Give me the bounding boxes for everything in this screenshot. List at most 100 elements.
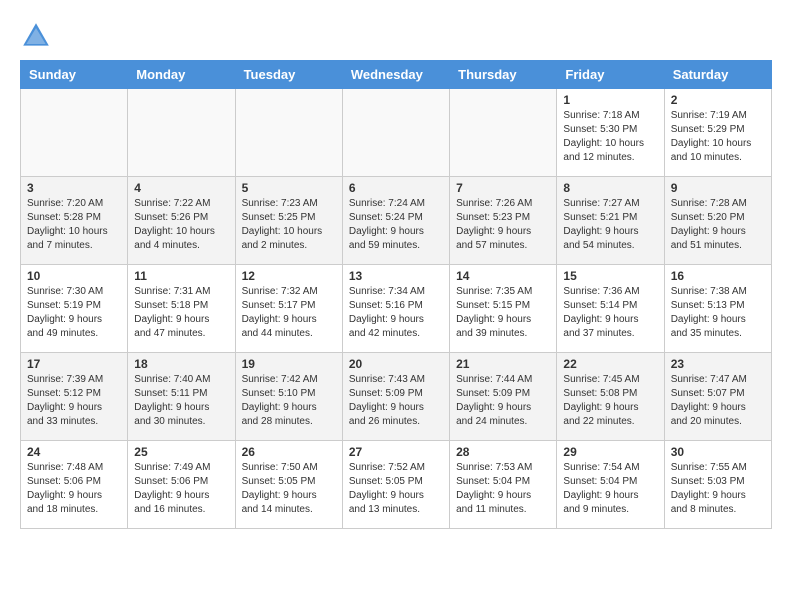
day-number: 3	[27, 181, 121, 195]
day-number: 9	[671, 181, 765, 195]
day-number: 27	[349, 445, 443, 459]
calendar-day-cell: 4 Sunrise: 7:22 AMSunset: 5:26 PMDaylight…	[128, 177, 235, 265]
day-info: Sunrise: 7:54 AMSunset: 5:04 PMDaylight:…	[563, 461, 657, 517]
calendar-day-cell: 2 Sunrise: 7:19 AMSunset: 5:29 PMDaylight…	[664, 89, 771, 177]
day-number: 21	[456, 357, 550, 371]
day-info: Sunrise: 7:20 AMSunset: 5:28 PMDaylight:…	[27, 197, 121, 253]
weekday-header: Sunday	[21, 61, 128, 89]
calendar-day-cell: 21 Sunrise: 7:44 AMSunset: 5:09 PMDayligh…	[450, 353, 557, 441]
day-info: Sunrise: 7:55 AMSunset: 5:03 PMDaylight:…	[671, 461, 765, 517]
day-number: 19	[242, 357, 336, 371]
calendar-day-cell: 12 Sunrise: 7:32 AMSunset: 5:17 PMDayligh…	[235, 265, 342, 353]
day-number: 1	[563, 93, 657, 107]
day-info: Sunrise: 7:39 AMSunset: 5:12 PMDaylight:…	[27, 373, 121, 429]
calendar-day-cell: 17 Sunrise: 7:39 AMSunset: 5:12 PMDayligh…	[21, 353, 128, 441]
day-info: Sunrise: 7:19 AMSunset: 5:29 PMDaylight:…	[671, 109, 765, 165]
day-number: 30	[671, 445, 765, 459]
calendar-day-cell: 22 Sunrise: 7:45 AMSunset: 5:08 PMDayligh…	[557, 353, 664, 441]
day-number: 8	[563, 181, 657, 195]
day-number: 12	[242, 269, 336, 283]
calendar-day-cell: 20 Sunrise: 7:43 AMSunset: 5:09 PMDayligh…	[342, 353, 449, 441]
day-info: Sunrise: 7:40 AMSunset: 5:11 PMDaylight:…	[134, 373, 228, 429]
weekday-header: Monday	[128, 61, 235, 89]
day-info: Sunrise: 7:35 AMSunset: 5:15 PMDaylight:…	[456, 285, 550, 341]
calendar-week-row: 1 Sunrise: 7:18 AMSunset: 5:30 PMDaylight…	[21, 89, 772, 177]
calendar-day-cell: 11 Sunrise: 7:31 AMSunset: 5:18 PMDayligh…	[128, 265, 235, 353]
day-info: Sunrise: 7:24 AMSunset: 5:24 PMDaylight:…	[349, 197, 443, 253]
day-number: 14	[456, 269, 550, 283]
calendar-day-cell	[235, 89, 342, 177]
day-number: 13	[349, 269, 443, 283]
day-number: 11	[134, 269, 228, 283]
calendar-day-cell	[450, 89, 557, 177]
day-number: 7	[456, 181, 550, 195]
day-info: Sunrise: 7:43 AMSunset: 5:09 PMDaylight:…	[349, 373, 443, 429]
weekday-header: Wednesday	[342, 61, 449, 89]
day-info: Sunrise: 7:30 AMSunset: 5:19 PMDaylight:…	[27, 285, 121, 341]
calendar-day-cell: 5 Sunrise: 7:23 AMSunset: 5:25 PMDaylight…	[235, 177, 342, 265]
day-number: 6	[349, 181, 443, 195]
day-number: 5	[242, 181, 336, 195]
weekday-header: Thursday	[450, 61, 557, 89]
calendar-day-cell: 28 Sunrise: 7:53 AMSunset: 5:04 PMDayligh…	[450, 441, 557, 529]
calendar-day-cell: 18Sunrise: 7:40 AMSunset: 5:11 PMDayligh…	[128, 353, 235, 441]
day-number: 28	[456, 445, 550, 459]
day-number: 10	[27, 269, 121, 283]
calendar-day-cell: 10 Sunrise: 7:30 AMSunset: 5:19 PMDayligh…	[21, 265, 128, 353]
day-info: Sunrise: 7:45 AMSunset: 5:08 PMDaylight:…	[563, 373, 657, 429]
day-info: Sunrise: 7:26 AMSunset: 5:23 PMDaylight:…	[456, 197, 550, 253]
calendar-day-cell: 8 Sunrise: 7:27 AMSunset: 5:21 PMDaylight…	[557, 177, 664, 265]
calendar-week-row: 24Sunrise: 7:48 AMSunset: 5:06 PMDayligh…	[21, 441, 772, 529]
calendar-day-cell: 16Sunrise: 7:38 AMSunset: 5:13 PMDayligh…	[664, 265, 771, 353]
calendar-day-cell	[128, 89, 235, 177]
calendar-week-row: 10 Sunrise: 7:30 AMSunset: 5:19 PMDayligh…	[21, 265, 772, 353]
day-info: Sunrise: 7:27 AMSunset: 5:21 PMDaylight:…	[563, 197, 657, 253]
calendar-day-cell: 1 Sunrise: 7:18 AMSunset: 5:30 PMDaylight…	[557, 89, 664, 177]
day-number: 2	[671, 93, 765, 107]
calendar-day-cell	[342, 89, 449, 177]
day-info: Sunrise: 7:48 AMSunset: 5:06 PMDaylight:…	[27, 461, 121, 517]
day-info: Sunrise: 7:53 AMSunset: 5:04 PMDaylight:…	[456, 461, 550, 517]
calendar-day-cell: 14 Sunrise: 7:35 AMSunset: 5:15 PMDayligh…	[450, 265, 557, 353]
calendar-table: SundayMondayTuesdayWednesdayThursdayFrid…	[20, 60, 772, 529]
calendar-week-row: 3 Sunrise: 7:20 AMSunset: 5:28 PMDaylight…	[21, 177, 772, 265]
weekday-header: Friday	[557, 61, 664, 89]
calendar-day-cell: 13 Sunrise: 7:34 AMSunset: 5:16 PMDayligh…	[342, 265, 449, 353]
calendar-body: 1 Sunrise: 7:18 AMSunset: 5:30 PMDaylight…	[21, 89, 772, 529]
day-info: Sunrise: 7:36 AMSunset: 5:14 PMDaylight:…	[563, 285, 657, 341]
day-info: Sunrise: 7:23 AMSunset: 5:25 PMDaylight:…	[242, 197, 336, 253]
day-info: Sunrise: 7:44 AMSunset: 5:09 PMDaylight:…	[456, 373, 550, 429]
day-number: 22	[563, 357, 657, 371]
page-header	[20, 20, 772, 52]
day-info: Sunrise: 7:31 AMSunset: 5:18 PMDaylight:…	[134, 285, 228, 341]
weekday-header: Tuesday	[235, 61, 342, 89]
day-number: 17	[27, 357, 121, 371]
day-info: Sunrise: 7:34 AMSunset: 5:16 PMDaylight:…	[349, 285, 443, 341]
day-info: Sunrise: 7:42 AMSunset: 5:10 PMDaylight:…	[242, 373, 336, 429]
weekday-header: Saturday	[664, 61, 771, 89]
calendar-day-cell: 19 Sunrise: 7:42 AMSunset: 5:10 PMDayligh…	[235, 353, 342, 441]
calendar-week-row: 17 Sunrise: 7:39 AMSunset: 5:12 PMDayligh…	[21, 353, 772, 441]
calendar-header-row: SundayMondayTuesdayWednesdayThursdayFrid…	[21, 61, 772, 89]
logo-icon	[20, 20, 52, 52]
calendar-day-cell: 15 Sunrise: 7:36 AMSunset: 5:14 PMDayligh…	[557, 265, 664, 353]
day-number: 4	[134, 181, 228, 195]
calendar-day-cell: 29 Sunrise: 7:54 AMSunset: 5:04 PMDayligh…	[557, 441, 664, 529]
calendar-day-cell: 24Sunrise: 7:48 AMSunset: 5:06 PMDayligh…	[21, 441, 128, 529]
day-info: Sunrise: 7:47 AMSunset: 5:07 PMDaylight:…	[671, 373, 765, 429]
logo	[20, 20, 58, 52]
day-number: 16	[671, 269, 765, 283]
day-number: 20	[349, 357, 443, 371]
calendar-day-cell: 27 Sunrise: 7:52 AMSunset: 5:05 PMDayligh…	[342, 441, 449, 529]
day-info: Sunrise: 7:32 AMSunset: 5:17 PMDaylight:…	[242, 285, 336, 341]
day-info: Sunrise: 7:49 AMSunset: 5:06 PMDaylight:…	[134, 461, 228, 517]
day-number: 15	[563, 269, 657, 283]
day-info: Sunrise: 7:18 AMSunset: 5:30 PMDaylight:…	[563, 109, 657, 165]
day-info: Sunrise: 7:22 AMSunset: 5:26 PMDaylight:…	[134, 197, 228, 253]
day-info: Sunrise: 7:28 AMSunset: 5:20 PMDaylight:…	[671, 197, 765, 253]
calendar-day-cell: 3 Sunrise: 7:20 AMSunset: 5:28 PMDaylight…	[21, 177, 128, 265]
day-number: 29	[563, 445, 657, 459]
day-info: Sunrise: 7:52 AMSunset: 5:05 PMDaylight:…	[349, 461, 443, 517]
day-number: 23	[671, 357, 765, 371]
calendar-day-cell: 9 Sunrise: 7:28 AMSunset: 5:20 PMDaylight…	[664, 177, 771, 265]
